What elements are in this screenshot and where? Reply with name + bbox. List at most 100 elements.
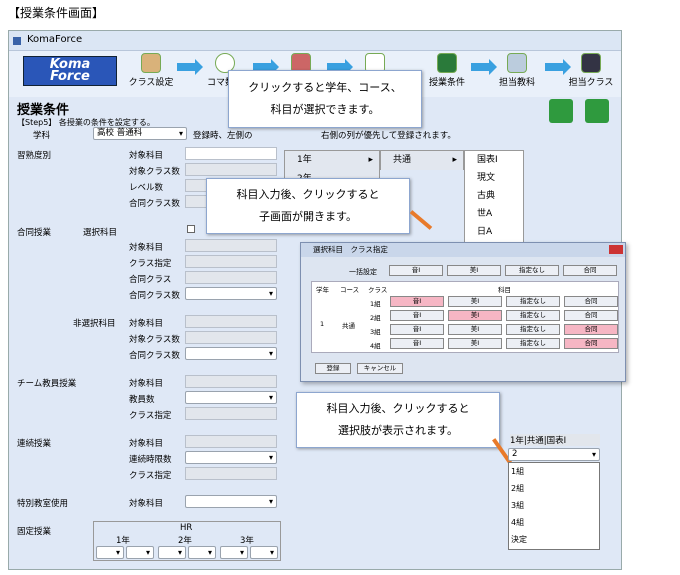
cell-button[interactable]: 指定なし: [506, 338, 560, 349]
dropdown-option[interactable]: 4組: [509, 514, 599, 531]
cell-button[interactable]: 美I: [448, 310, 502, 321]
dropdown-option[interactable]: 決定: [509, 531, 599, 548]
section-team: チーム教員授業: [17, 379, 77, 389]
komaforce-logo: Koma Force: [23, 56, 117, 86]
cell-button[interactable]: 音I: [390, 338, 444, 349]
save-icon[interactable]: [585, 99, 609, 123]
hr-select[interactable]: [188, 546, 216, 559]
subject-item[interactable]: 国表I: [465, 151, 523, 169]
proficiency-class-count[interactable]: [185, 163, 277, 176]
dropdown-option[interactable]: 3組: [509, 497, 599, 514]
subject-item[interactable]: 古典: [465, 187, 523, 205]
hr-select[interactable]: [126, 546, 154, 559]
app-icon: [13, 37, 21, 45]
course-menu: 共通 ▸: [380, 150, 464, 170]
window-title: KomaForce: [27, 34, 83, 45]
cell-button[interactable]: 合同: [564, 296, 618, 307]
cell-button[interactable]: 美I: [448, 296, 502, 307]
non-elective-subject[interactable]: [185, 315, 277, 328]
menu-item-course[interactable]: 共通 ▸: [381, 151, 463, 170]
toolbar-lesson-conditions[interactable]: 授業条件: [417, 53, 477, 88]
label-joint-class: 合同クラス: [129, 275, 172, 285]
bulk-button[interactable]: 合同: [563, 265, 617, 276]
label-joint-count: 合同クラス数: [129, 291, 180, 301]
team-teacher-select[interactable]: [185, 391, 277, 404]
dropdown-select[interactable]: 2: [508, 448, 600, 461]
toolbar-class-settings[interactable]: クラス設定: [121, 53, 181, 88]
section-consecutive: 連続授業: [17, 439, 52, 449]
hr-table: HR 1年 2年 3年: [93, 521, 281, 561]
callout-options: 科目入力後、クリックすると 選択肢が表示されます。: [296, 392, 500, 448]
label-level-count: レベル数: [129, 183, 164, 193]
cell-button[interactable]: 音I: [390, 310, 444, 321]
close-icon[interactable]: [609, 245, 623, 254]
subject-item[interactable]: 現文: [465, 169, 523, 187]
door-icon: [581, 53, 601, 73]
cell-button[interactable]: 指定なし: [506, 324, 560, 335]
hr-label: HR: [180, 523, 193, 533]
toolbar-classes[interactable]: 担当クラス: [561, 53, 621, 88]
special-room-select[interactable]: [185, 495, 277, 508]
cell-button[interactable]: 音I: [390, 296, 444, 307]
consecutive-class-spec[interactable]: [185, 467, 277, 480]
bulk-button[interactable]: 指定なし: [505, 265, 559, 276]
consecutive-subject[interactable]: [185, 435, 277, 448]
refresh-icon[interactable]: [549, 99, 573, 123]
bulk-button[interactable]: 音I: [389, 265, 443, 276]
grid-grade: 1: [320, 320, 325, 328]
elective-checkbox[interactable]: [187, 225, 195, 233]
grade-select[interactable]: 高校 普通科: [93, 127, 187, 140]
panel-title: 授業条件: [17, 103, 70, 118]
team-subject[interactable]: [185, 375, 277, 388]
label-class-count: 対象クラス数: [129, 335, 180, 345]
elective-joint-count-select[interactable]: [185, 287, 277, 300]
blackboard-icon: [437, 53, 457, 73]
note-suffix: 右側の列が優先して登録されます。: [321, 131, 456, 141]
label-subject: 対象科目: [129, 379, 164, 389]
book-icon: [507, 53, 527, 73]
subject-menu: 国表I 現文 古典 世A 日A: [464, 150, 524, 250]
label-teacher-count: 教員数: [129, 395, 155, 405]
label-class-spec: クラス指定: [129, 411, 172, 421]
cell-button[interactable]: 美I: [448, 338, 502, 349]
label-class-spec: クラス指定: [129, 471, 172, 481]
elective-subject-input[interactable]: [185, 239, 277, 252]
bulk-button[interactable]: 美I: [447, 265, 501, 276]
callout-select: クリックすると学年、コース、 科目が選択できます。: [228, 70, 422, 128]
grid-class: 2組: [370, 314, 381, 322]
register-button[interactable]: 登録: [315, 363, 351, 374]
subject-item[interactable]: 世A: [465, 205, 523, 223]
elective-class-spec[interactable]: [185, 255, 277, 268]
hr-select[interactable]: [220, 546, 248, 559]
non-elective-joint-select[interactable]: [185, 347, 277, 360]
dropdown-option[interactable]: 1組: [509, 463, 599, 480]
header-subject: 科目: [498, 286, 511, 294]
label-class-count: 対象クラス数: [129, 167, 180, 177]
hr-select[interactable]: [158, 546, 186, 559]
section-non-elective: 非選択科目: [73, 319, 116, 329]
elective-joint-class[interactable]: [185, 271, 277, 284]
hr-select[interactable]: [250, 546, 278, 559]
section-special-room: 特別教室使用: [17, 499, 69, 509]
hr-select[interactable]: [96, 546, 124, 559]
cell-button[interactable]: 合同: [564, 338, 618, 349]
cell-button[interactable]: 美I: [448, 324, 502, 335]
cell-button[interactable]: 指定なし: [506, 296, 560, 307]
cell-button[interactable]: 指定なし: [506, 310, 560, 321]
cell-button[interactable]: 音I: [390, 324, 444, 335]
label-subject: 対象科目: [129, 151, 164, 161]
proficiency-subject-input[interactable]: [185, 147, 277, 160]
cell-button[interactable]: 合同: [564, 310, 618, 321]
cancel-button[interactable]: キャンセル: [357, 363, 403, 374]
cell-button[interactable]: 合同: [564, 324, 618, 335]
grid-class: 4組: [370, 342, 381, 350]
menu-item-grade[interactable]: 1年 ▸: [285, 151, 379, 170]
dropdown-option[interactable]: 2組: [509, 480, 599, 497]
team-class-spec[interactable]: [185, 407, 277, 420]
non-elective-class-count[interactable]: [185, 331, 277, 344]
consecutive-period-select[interactable]: [185, 451, 277, 464]
toolbar-subjects[interactable]: 担当教科: [487, 53, 547, 88]
subject-item[interactable]: 日A: [465, 223, 523, 241]
dialog-title: 選択科目 クラス指定: [301, 243, 625, 257]
hr-col-2: 2年: [178, 536, 192, 546]
